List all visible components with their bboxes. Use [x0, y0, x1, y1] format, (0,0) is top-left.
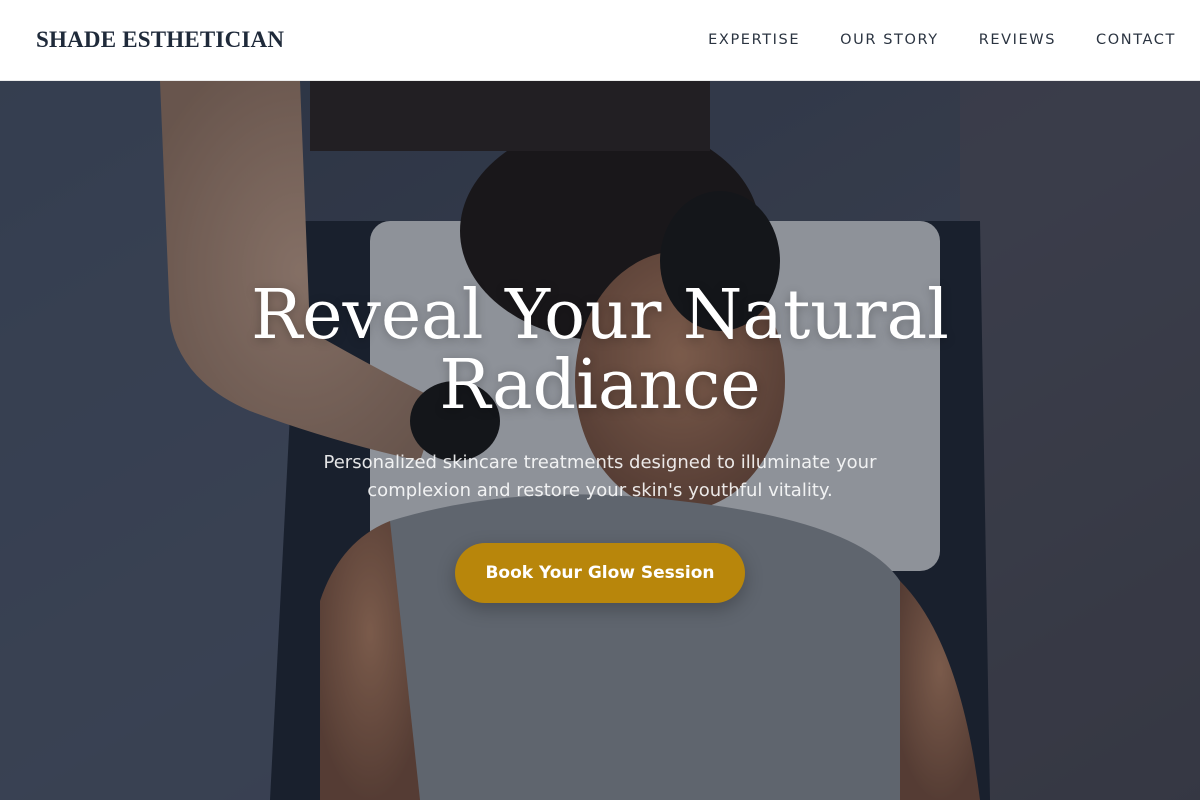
- nav-link-our-story[interactable]: OUR STORY: [840, 32, 939, 48]
- nav-link-reviews[interactable]: REVIEWS: [979, 32, 1056, 48]
- nav-link-contact[interactable]: CONTACT: [1096, 32, 1176, 48]
- nav-link-expertise[interactable]: EXPERTISE: [708, 32, 800, 48]
- hero-subtitle: Personalized skincare treatments designe…: [323, 452, 877, 501]
- main-nav: EXPERTISE OUR STORY REVIEWS CONTACT: [708, 32, 1176, 48]
- hero-title: Reveal Your Natural Radiance: [251, 276, 949, 425]
- hero-content: Reveal Your Natural Radiance Personalize…: [0, 81, 1200, 800]
- hero-section: Reveal Your Natural Radiance Personalize…: [0, 81, 1200, 800]
- book-session-button[interactable]: Book Your Glow Session: [455, 543, 745, 603]
- site-header: SHADE ESTHETICIAN EXPERTISE OUR STORY RE…: [0, 0, 1200, 81]
- brand-logo[interactable]: SHADE ESTHETICIAN: [36, 27, 284, 53]
